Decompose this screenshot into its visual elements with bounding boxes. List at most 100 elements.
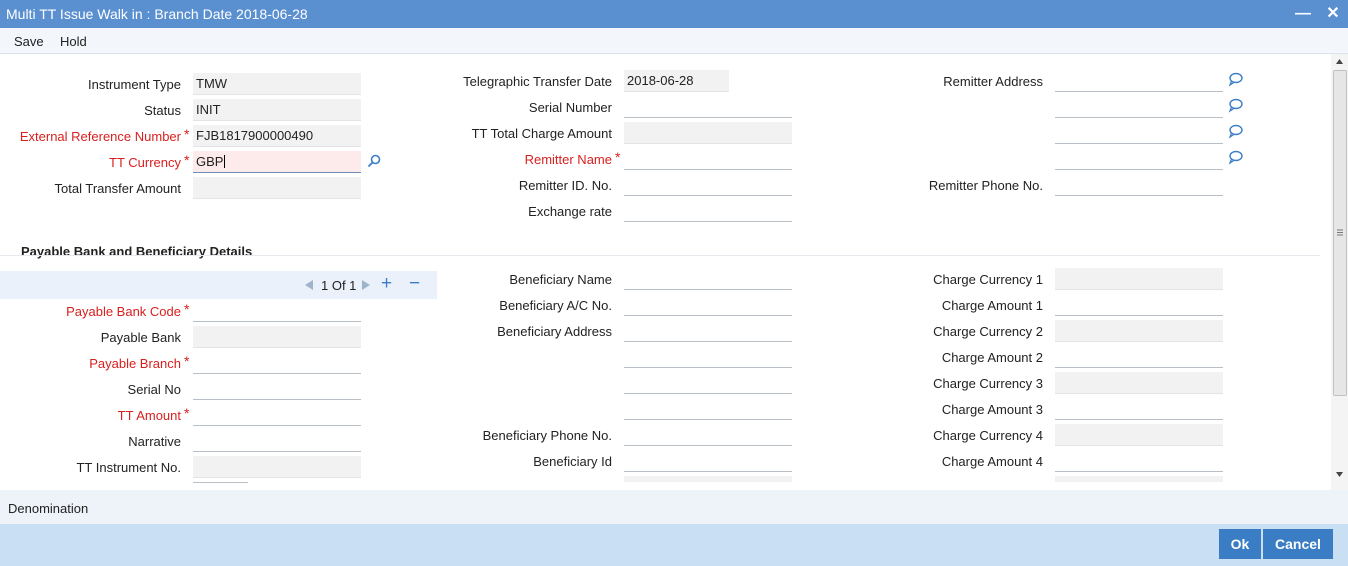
pager-text: 1 Of 1 (321, 278, 357, 293)
required-marker: * (184, 353, 190, 369)
tt-currency-input[interactable]: GBP (193, 151, 361, 173)
required-marker: * (184, 301, 190, 317)
external-reference-label: External Reference Number (19, 129, 181, 144)
charge-amount-4-input[interactable] (1055, 450, 1223, 472)
beneficiary-address-line-3[interactable] (624, 372, 792, 394)
section-divider (0, 255, 1320, 256)
charge-amount-4-label: Charge Amount 4 (941, 454, 1043, 469)
partial-field-edge (1055, 476, 1223, 482)
serial-no-input[interactable] (193, 378, 361, 400)
charge-currency-3-label: Charge Currency 3 (933, 376, 1043, 391)
beneficiary-phone-input[interactable] (624, 424, 792, 446)
narrative-input[interactable] (193, 430, 361, 452)
minimize-button[interactable]: — (1292, 3, 1314, 25)
grip-icon (1337, 229, 1343, 236)
form-content: Instrument Type TMW Status INIT External… (0, 54, 1331, 490)
payable-branch-label: Payable Branch (89, 356, 181, 371)
previous-icon[interactable] (303, 279, 315, 291)
tt-total-charge-field (624, 122, 792, 144)
remitter-address-line-3[interactable] (1055, 122, 1223, 144)
beneficiary-address-line-2[interactable] (624, 346, 792, 368)
serial-no-label: Serial No (127, 382, 181, 397)
tt-date-field: 2018-06-28 (624, 70, 729, 92)
tt-currency-label: TT Currency (109, 155, 181, 170)
scroll-up-icon[interactable] (1335, 58, 1344, 65)
window-title: Multi TT Issue Walk in : Branch Date 201… (6, 6, 308, 22)
scroll-down-icon[interactable] (1335, 471, 1344, 478)
required-marker: * (615, 149, 621, 165)
remitter-address-line-2[interactable] (1055, 96, 1223, 118)
payable-bank-label: Payable Bank (100, 330, 181, 345)
beneficiary-name-input[interactable] (624, 268, 792, 290)
vertical-scrollbar[interactable] (1331, 54, 1348, 490)
hold-menu-item[interactable]: Hold (60, 34, 87, 49)
beneficiary-address-line-1[interactable] (624, 320, 792, 342)
narrative-label: Narrative (128, 434, 181, 449)
close-button[interactable]: ✕ (1322, 3, 1344, 25)
payable-bank-code-label: Payable Bank Code (66, 304, 181, 319)
remitter-phone-input[interactable] (1055, 174, 1223, 196)
cancel-button[interactable]: Cancel (1263, 529, 1333, 559)
tt-amount-input[interactable] (193, 404, 361, 426)
add-row-button[interactable]: + (381, 273, 392, 295)
remitter-phone-label: Remitter Phone No. (928, 178, 1043, 193)
menu-bar: Save Hold (0, 28, 1348, 54)
charge-amount-3-label: Charge Amount 3 (941, 402, 1043, 417)
payable-branch-input[interactable] (193, 352, 361, 374)
remitter-address-line-1[interactable] (1055, 70, 1223, 92)
beneficiary-phone-label: Beneficiary Phone No. (482, 428, 612, 443)
speech-bubble-icon[interactable] (1228, 71, 1244, 87)
charge-amount-1-input[interactable] (1055, 294, 1223, 316)
serial-number-input[interactable] (624, 96, 792, 118)
tt-currency-value: GBP (196, 154, 224, 169)
charge-amount-2-label: Charge Amount 2 (941, 350, 1043, 365)
status-label: Status (144, 103, 181, 118)
remove-row-button[interactable]: − (409, 273, 420, 295)
instrument-type-field: TMW (193, 73, 361, 95)
exchange-rate-input[interactable] (624, 200, 792, 222)
charge-currency-3-field (1055, 372, 1223, 394)
required-marker: * (184, 405, 190, 421)
remitter-address-line-4[interactable] (1055, 148, 1223, 170)
total-transfer-amount-label: Total Transfer Amount (54, 181, 181, 196)
beneficiary-name-label: Beneficiary Name (509, 272, 612, 287)
beneficiary-address-label: Beneficiary Address (497, 324, 612, 339)
denomination-bar: Denomination (0, 490, 1348, 524)
status-field: INIT (193, 99, 361, 121)
save-menu-item[interactable]: Save (14, 34, 44, 49)
denomination-link[interactable]: Denomination (8, 501, 88, 516)
scroll-thumb[interactable] (1333, 70, 1347, 396)
partial-field-edge (193, 482, 248, 483)
speech-bubble-icon[interactable] (1228, 97, 1244, 113)
charge-currency-1-field (1055, 268, 1223, 290)
remitter-name-label: Remitter Name (524, 152, 612, 167)
serial-number-label: Serial Number (528, 100, 612, 115)
payable-bank-code-input[interactable] (193, 300, 361, 322)
beneficiary-address-line-4[interactable] (624, 398, 792, 420)
record-pager: 1 Of 1 + − (0, 271, 437, 299)
exchange-rate-label: Exchange rate (528, 204, 612, 219)
payable-bank-field (193, 326, 361, 348)
charge-currency-4-label: Charge Currency 4 (933, 428, 1043, 443)
total-transfer-amount-field (193, 177, 361, 199)
remitter-id-input[interactable] (624, 174, 792, 196)
ok-button[interactable]: Ok (1219, 529, 1261, 559)
beneficiary-id-input[interactable] (624, 450, 792, 472)
tt-instrument-no-label: TT Instrument No. (76, 460, 181, 475)
charge-currency-4-field (1055, 424, 1223, 446)
instrument-type-label: Instrument Type (88, 77, 181, 92)
charge-amount-3-input[interactable] (1055, 398, 1223, 420)
text-caret (224, 155, 226, 168)
beneficiary-account-label: Beneficiary A/C No. (499, 298, 612, 313)
search-icon[interactable] (366, 153, 382, 169)
remitter-name-input[interactable] (624, 148, 792, 170)
speech-bubble-icon[interactable] (1228, 149, 1244, 165)
charge-amount-2-input[interactable] (1055, 346, 1223, 368)
tt-amount-label: TT Amount (117, 408, 181, 423)
speech-bubble-icon[interactable] (1228, 123, 1244, 139)
partial-field-edge (624, 476, 792, 482)
next-icon[interactable] (360, 279, 372, 291)
title-bar: Multi TT Issue Walk in : Branch Date 201… (0, 0, 1348, 28)
beneficiary-account-input[interactable] (624, 294, 792, 316)
required-marker: * (184, 126, 190, 142)
